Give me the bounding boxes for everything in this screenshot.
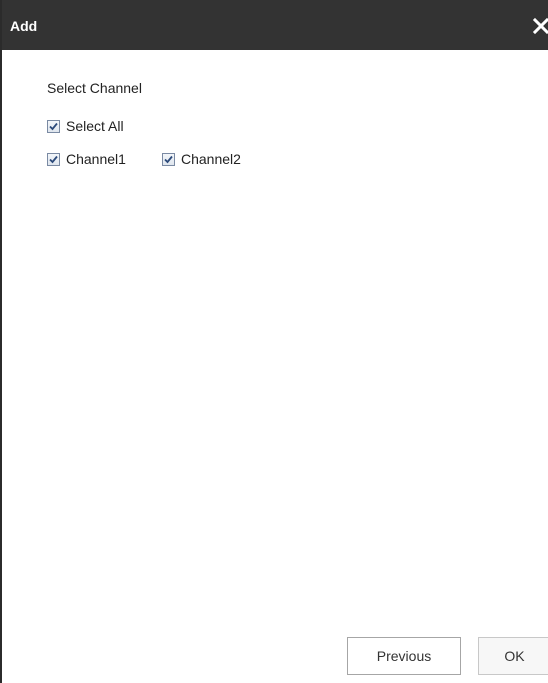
select-all-checkbox[interactable] [47, 119, 60, 133]
dialog-title: Add [10, 18, 38, 34]
channel1-checkbox[interactable] [47, 152, 60, 166]
channel2-label: Channel2 [181, 151, 241, 167]
channel1-label: Channel1 [66, 151, 126, 167]
select-channel-label: Select Channel [47, 80, 142, 96]
channel1-checkbox-row[interactable]: Channel1 [47, 151, 126, 167]
channel2-checkbox-row[interactable]: Channel2 [162, 151, 241, 167]
add-dialog: Add Select Channel Select All Channel1 C… [0, 0, 548, 683]
previous-button[interactable]: Previous [347, 637, 461, 675]
select-all-label: Select All [66, 118, 124, 134]
dialog-titlebar: Add [2, 0, 548, 50]
close-icon[interactable] [532, 14, 548, 38]
select-all-checkbox-row[interactable]: Select All [47, 118, 124, 134]
ok-button[interactable]: OK [478, 637, 548, 675]
channel2-checkbox[interactable] [162, 152, 175, 166]
